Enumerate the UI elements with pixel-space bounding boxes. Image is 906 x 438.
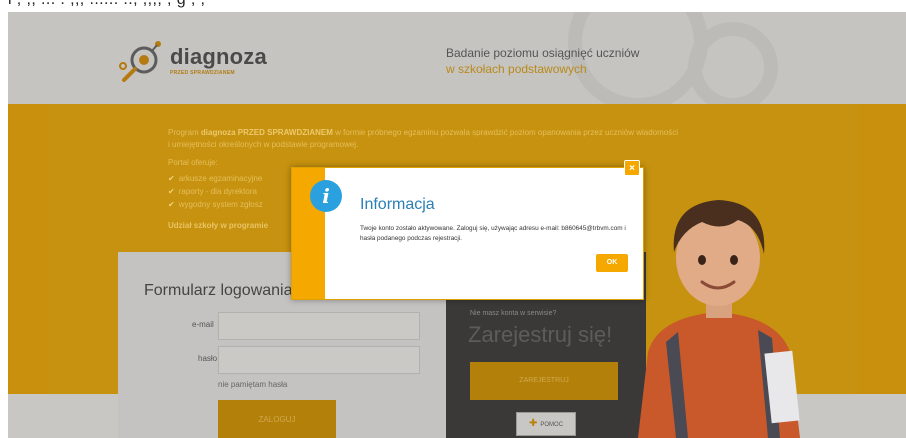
offers-label: Portal oferuje: (168, 158, 218, 167)
offer-item-label: raporty - dla dyrektora (178, 187, 257, 196)
check-icon: ✔ (168, 187, 175, 196)
logo-text: diagnoza (170, 44, 267, 69)
login-title: Formularz logowania (144, 282, 293, 299)
password-label: hasło (198, 354, 218, 363)
intro-line-1: Program diagnoza PRZED SPRAWDZIANEM w fo… (168, 128, 678, 137)
header-tagline-highlight: w szkołach podstawowych (446, 62, 587, 76)
participation-text: Udział szkoły w programie (168, 221, 269, 230)
decorative-ring (568, 12, 708, 112)
header-tagline: Badanie poziomu osiągnięć uczniów (446, 46, 640, 60)
intro-rest: w formie próbnego egzaminu pozwala spraw… (332, 128, 678, 137)
help-label: POMOC (540, 422, 564, 428)
page-background: diagnoza PRZED SPRAWDZIANEM Badanie pozi… (8, 12, 906, 438)
dialog-title: Informacja (360, 196, 435, 213)
intro-line-2: i umiejętności określonych w podstawie p… (168, 140, 359, 149)
offer-item: ✔ arkusze egzaminacyjne (168, 174, 262, 183)
check-icon: ✔ (168, 174, 175, 183)
top-cropped-text-line: l ; ;, ... . ;;; ...... ..; ;;;; ; g ; ; (8, 0, 205, 9)
site-logo[interactable]: diagnoza PRZED SPRAWDZIANEM (118, 38, 267, 84)
decorative-ring (688, 22, 778, 112)
site-header: diagnoza PRZED SPRAWDZIANEM Badanie pozi… (8, 12, 906, 112)
offer-item: ✔ raporty - dla dyrektora (168, 187, 257, 196)
email-field[interactable] (218, 312, 420, 340)
logo-subtitle: PRZED SPRAWDZIANEM (170, 70, 235, 76)
password-field[interactable] (218, 346, 420, 374)
email-label: e-mail (192, 320, 214, 329)
close-icon[interactable]: × (624, 160, 640, 176)
register-question: Nie masz konta w serwisie? (470, 310, 557, 317)
help-icon: ✚ (528, 418, 538, 429)
register-title: Zarejestruj się! (468, 322, 613, 347)
info-dialog: i × Informacja Twoje konto zostało aktyw… (291, 160, 644, 300)
top-cropped-text: l ; ;, ... . ;;; ...... ..; ;;;; ; g ; ; (0, 0, 906, 12)
offer-item-label: wygodny system zgłosz (178, 200, 263, 209)
info-icon: i (310, 180, 342, 212)
login-button[interactable]: ZALOGUJ (218, 400, 336, 438)
help-button[interactable]: ✚ POMOC (516, 412, 576, 436)
offer-item-label: arkusze egzaminacyjne (178, 174, 263, 183)
forgot-password-link[interactable]: nie pamiętam hasła (218, 380, 287, 389)
intro-prefix: Program (168, 128, 201, 137)
student-illustration (638, 200, 800, 438)
ok-button[interactable]: OK (596, 254, 628, 272)
magnifier-logo-icon (119, 41, 161, 82)
dialog-message: Twoje konto zostało aktywowane. Zaloguj … (360, 225, 626, 242)
intro-brand: diagnoza PRZED SPRAWDZIANEM (200, 128, 333, 137)
check-icon: ✔ (168, 200, 175, 209)
offer-item: ✔ wygodny system zgłosz (168, 200, 263, 209)
register-button[interactable]: ZAREJESTRUJ (470, 362, 618, 400)
